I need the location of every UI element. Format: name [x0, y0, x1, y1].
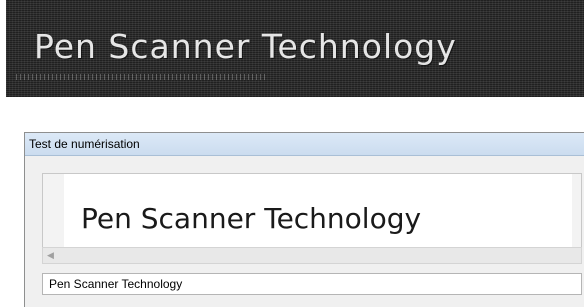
scroll-left-icon[interactable]: ◀ — [47, 249, 54, 263]
scan-preview-text: Pen Scanner Technology — [81, 202, 422, 235]
scan-test-window: Test de numérisation Pen Scanner Technol… — [24, 132, 584, 307]
horizontal-scrollbar[interactable]: ◀ — [42, 247, 582, 264]
window-title: Test de numérisation — [29, 137, 140, 151]
scan-preview-canvas: Pen Scanner Technology — [64, 174, 572, 248]
window-titlebar[interactable]: Test de numérisation — [25, 133, 584, 156]
scan-preview-panel: Pen Scanner Technology — [42, 173, 582, 248]
recognized-text: Pen Scanner Technology — [49, 277, 183, 291]
scan-noise — [16, 74, 266, 80]
scanned-banner-text: Pen Scanner Technology — [34, 27, 457, 66]
page: Pen Scanner Technology Test de numérisat… — [0, 0, 584, 307]
recognized-text-field[interactable]: Pen Scanner Technology — [42, 273, 582, 295]
scanned-image-banner: Pen Scanner Technology — [6, 0, 584, 97]
